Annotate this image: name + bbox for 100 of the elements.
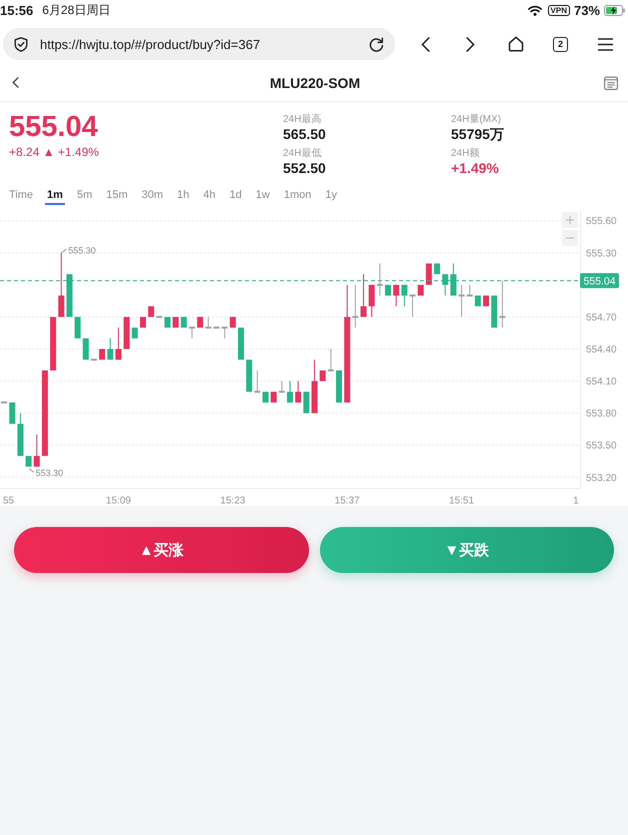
price-change: +8.24 ▲ +1.49% <box>9 145 100 160</box>
reload-icon[interactable] <box>369 36 384 52</box>
candlestick <box>246 360 252 392</box>
candlestick <box>58 252 64 317</box>
page-title: MLU220-SOM <box>270 74 360 90</box>
candlestick <box>107 338 114 360</box>
candlestick <box>164 316 170 328</box>
stat-value: 552.50 <box>283 160 327 177</box>
trade-button[interactable]: ▼买跌 <box>320 527 614 573</box>
battery-percent: 73% <box>574 2 600 18</box>
candlestick <box>295 381 302 402</box>
status-time: 15:56 <box>0 2 34 18</box>
document-icon[interactable] <box>604 76 618 90</box>
candlestick <box>82 338 89 360</box>
candlestick <box>491 296 498 328</box>
timeframe-tab[interactable]: 1h <box>175 188 192 205</box>
timeframe-tab[interactable]: 1mon <box>282 188 314 205</box>
chevron-right-icon[interactable] <box>466 36 475 52</box>
candlestick <box>312 360 318 414</box>
candlestick <box>328 349 334 372</box>
wifi-icon <box>528 4 542 16</box>
candlestick <box>426 263 432 285</box>
candlestick <box>442 274 448 296</box>
timeframe-tab[interactable]: 1w <box>254 188 272 205</box>
candlestick <box>360 274 367 317</box>
candlestick <box>434 263 440 274</box>
candlestick <box>278 381 285 393</box>
chevron-left-icon[interactable] <box>421 36 430 52</box>
y-axis-label: 554.40 <box>586 344 617 356</box>
y-axis-label: 555.60 <box>586 216 617 228</box>
candlestick <box>352 284 358 328</box>
y-axis-label: 554.70 <box>586 312 617 324</box>
y-axis-label: 555.30 <box>586 248 617 260</box>
chevron-left-icon[interactable] <box>12 77 19 88</box>
candlestick <box>74 316 81 338</box>
x-axis-label: 15:09 <box>106 496 131 506</box>
candlestick <box>270 392 277 402</box>
trade-button[interactable]: ▲买涨 <box>14 527 308 573</box>
shield-icon <box>14 36 28 52</box>
candlestick <box>50 316 56 370</box>
candlestick <box>336 370 342 402</box>
candlestick <box>213 326 220 329</box>
stat-value: 565.50 <box>283 126 327 143</box>
x-axis-label: 55 <box>3 496 14 506</box>
candlestick <box>262 392 268 402</box>
candlestick <box>466 284 473 297</box>
candlestick <box>483 296 490 306</box>
y-axis-label: 554.10 <box>586 376 617 388</box>
candlestick <box>188 326 195 338</box>
candlestick <box>99 349 106 360</box>
candlestick <box>368 284 375 317</box>
menu-icon[interactable] <box>598 38 613 50</box>
home-icon[interactable] <box>508 36 524 52</box>
timeframe-tab[interactable]: 1m <box>45 188 65 205</box>
candlestick <box>9 402 16 424</box>
candlestick <box>124 316 130 349</box>
candlestick <box>393 284 400 306</box>
ref-line-label: 555.04 <box>583 275 616 288</box>
candlestick <box>458 284 465 317</box>
x-axis-label: 15:37 <box>334 496 360 506</box>
timeframe-tab[interactable]: 30m <box>140 188 166 205</box>
stat-value: 55795万 <box>451 126 504 143</box>
timeframe-tab[interactable]: Time <box>7 188 36 205</box>
high-price-label: 555.30 <box>68 245 96 256</box>
candlestick <box>197 316 204 328</box>
candlestick <box>320 370 326 382</box>
stat-label: 24H最高 <box>283 113 322 126</box>
candlestick <box>205 316 212 329</box>
low-price-label: 553.30 <box>36 468 64 478</box>
candlestick <box>222 326 228 338</box>
leader-line <box>61 248 67 254</box>
candlestick <box>132 328 138 338</box>
last-price: 555.04 <box>9 110 99 144</box>
candlestick <box>238 328 244 360</box>
candlestick <box>499 280 506 328</box>
candlestick <box>474 296 481 306</box>
timeframe-tab[interactable]: 15m <box>104 188 130 205</box>
tab-count-button[interactable]: 2 <box>553 36 568 52</box>
timeframe-tab[interactable]: 1y <box>323 188 340 205</box>
status-date: 6月28日周日 <box>42 2 110 18</box>
stat-label: 24H最低 <box>283 147 322 160</box>
x-axis-label: 15:23 <box>220 496 246 506</box>
timeframe-tab[interactable]: 4h <box>201 188 218 205</box>
y-axis-label: 553.20 <box>586 472 617 484</box>
vpn-badge: VPN <box>548 4 570 16</box>
candlestick <box>230 316 236 328</box>
candlestick <box>115 328 122 360</box>
candlestick <box>254 370 260 393</box>
last-price-tag: 555.04 <box>580 273 619 288</box>
timeframe-tab[interactable]: 5m <box>74 188 94 205</box>
plus-icon <box>566 216 574 224</box>
candlestick <box>303 392 310 414</box>
candlestick <box>450 263 456 296</box>
address-bar[interactable]: https://hwjtu.top/#/product/buy?id=367 <box>3 28 395 60</box>
y-axis-label: 553.80 <box>586 408 617 420</box>
url-text: https://hwjtu.top/#/product/buy?id=367 <box>40 36 260 52</box>
x-axis-label: 15:51 <box>449 496 474 506</box>
candlestick <box>385 284 392 296</box>
leader-line <box>28 468 34 473</box>
timeframe-tab[interactable]: 1d <box>228 188 244 205</box>
